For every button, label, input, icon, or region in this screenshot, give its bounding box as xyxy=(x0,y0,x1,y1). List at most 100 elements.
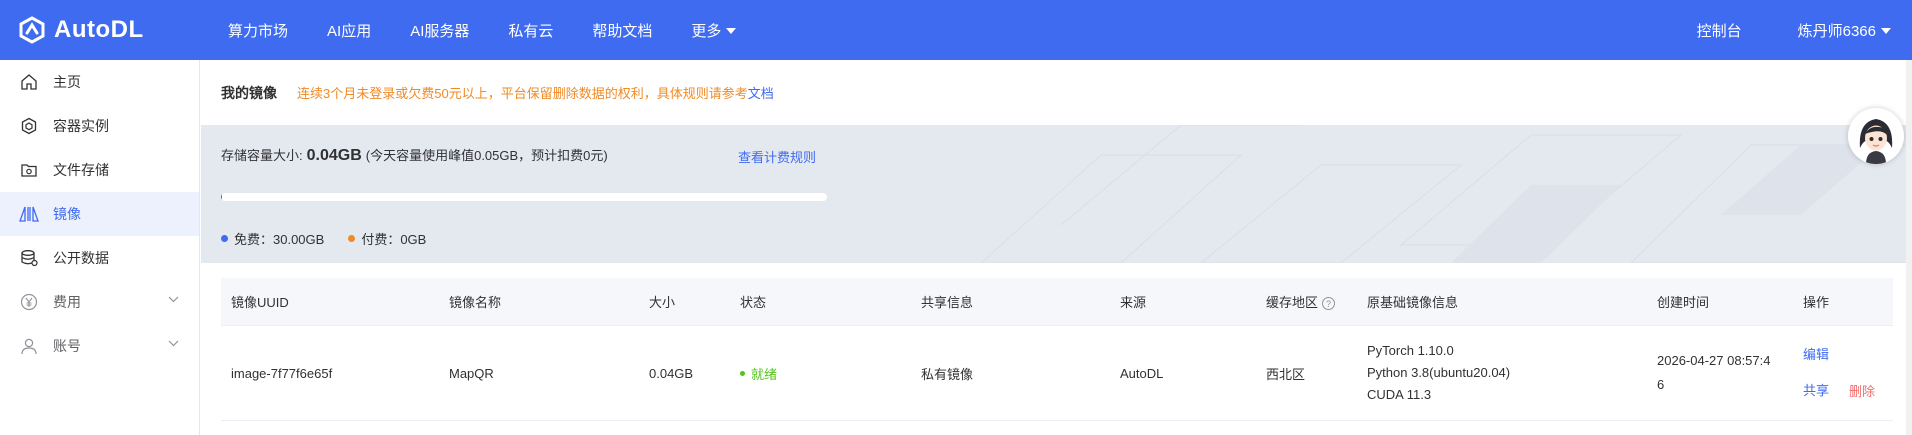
storage-label: 存储容量大小: xyxy=(221,148,303,163)
edit-button[interactable]: 编辑 xyxy=(1803,345,1893,365)
caret-down-icon xyxy=(1881,28,1891,34)
base-cuda: CUDA 11.3 xyxy=(1367,387,1432,402)
storage-legend: 免费：30.00GB 付费：0GB xyxy=(221,229,450,248)
col-header-created: 创建时间 xyxy=(1657,295,1710,310)
help-icon[interactable]: ? xyxy=(1322,297,1336,311)
console-link[interactable]: 控制台 xyxy=(1697,20,1742,41)
sidebar-item-label: 主页 xyxy=(53,74,81,90)
col-header-base-image: 原基础镜像信息 xyxy=(1367,295,1459,310)
storage-summary: 存储容量大小: 0.04GB (今天容量使用峰值0.05GB，预计扣费0元) xyxy=(221,145,608,165)
sidebar-item-images[interactable]: 镜像 xyxy=(0,192,199,236)
user-menu[interactable]: 炼丹师6366 xyxy=(1798,20,1891,41)
sidebar-item-label: 文件存储 xyxy=(53,162,109,178)
retention-notice: 连续3个月未登录或欠费50元以上，平台保留删除数据的权利，具体规则请参考文档 xyxy=(297,83,774,102)
sidebar-item-label: 容器实例 xyxy=(53,118,109,134)
cube-icon xyxy=(18,115,40,137)
image-uuid: image-7f77f6e65f xyxy=(231,365,333,381)
nav-more-label: 更多 xyxy=(691,22,722,40)
nav-item-more[interactable]: 更多 xyxy=(691,20,737,41)
delete-button[interactable]: 删除 xyxy=(1849,381,1875,401)
nav-item-private-cloud[interactable]: 私有云 xyxy=(508,20,553,41)
brand-name: AutoDL xyxy=(54,16,144,43)
storage-panel: 存储容量大小: 0.04GB (今天容量使用峰值0.05GB，预计扣费0元) 查… xyxy=(201,125,1912,263)
created-line-1: 2026-04-27 08:57:4 xyxy=(1657,353,1771,368)
notice-docs-link[interactable]: 文档 xyxy=(748,86,774,101)
row-actions: 编辑 共享 删除 xyxy=(1793,345,1893,401)
status-label: 就绪 xyxy=(751,366,778,382)
paid-dot xyxy=(348,235,356,242)
image-status: 就绪 xyxy=(730,364,911,383)
database-icon xyxy=(18,247,40,269)
region-header-label: 缓存地区 xyxy=(1266,295,1319,310)
main-nav: 算力市场 AI应用 AI服务器 私有云 帮助文档 更多 xyxy=(228,0,775,60)
folder-icon xyxy=(18,159,40,181)
image-share: 私有镜像 xyxy=(921,366,974,382)
page-scrollbar[interactable] xyxy=(1906,60,1912,435)
image-base-info: PyTorch 1.10.0 Python 3.8(ubuntu20.04) C… xyxy=(1357,340,1647,406)
col-header-status: 状态 xyxy=(740,295,767,310)
images-table: 镜像UUID 镜像名称 大小 状态 共享信息 来源 缓存地区? 原基础镜像信息 … xyxy=(221,278,1893,421)
base-pytorch: PyTorch 1.10.0 xyxy=(1367,343,1454,358)
sidebar-item-billing[interactable]: 费用 xyxy=(0,280,199,324)
col-header-share: 共享信息 xyxy=(921,295,974,310)
chevron-down-icon xyxy=(168,340,179,347)
top-navbar: AutoDL 算力市场 AI应用 AI服务器 私有云 帮助文档 更多 控制台 炼… xyxy=(0,0,1912,60)
sidebar-item-public-data[interactable]: 公开数据 xyxy=(0,236,199,280)
nav-item-compute-market[interactable]: 算力市场 xyxy=(228,20,288,41)
paid-quota: 付费：0GB xyxy=(361,232,427,247)
legend-free: 免费：30.00GB xyxy=(221,229,324,248)
table-row: image-7f77f6e65f MapQR 0.04GB 就绪 私有镜像 Au… xyxy=(221,326,1893,421)
page-title: 我的镜像 xyxy=(221,84,277,101)
sidebar-item-label: 镜像 xyxy=(53,206,81,222)
free-quota: 免费：30.00GB xyxy=(234,232,325,247)
table-header: 镜像UUID 镜像名称 大小 状态 共享信息 来源 缓存地区? 原基础镜像信息 … xyxy=(221,278,1893,326)
username: 炼丹师6366 xyxy=(1797,22,1876,40)
col-header-uuid: 镜像UUID xyxy=(231,295,289,310)
nav-item-ai-apps[interactable]: AI应用 xyxy=(327,20,371,41)
user-icon xyxy=(18,335,40,357)
col-header-size: 大小 xyxy=(649,295,676,310)
sidebar-item-label: 费用 xyxy=(53,294,81,310)
nav-item-ai-servers[interactable]: AI服务器 xyxy=(410,20,469,41)
col-header-region: 缓存地区? xyxy=(1256,292,1357,311)
sidebar-item-account[interactable]: 账号 xyxy=(0,324,199,368)
page-header: 我的镜像 连续3个月未登录或欠费50元以上，平台保留删除数据的权利，具体规则请参… xyxy=(201,60,1912,125)
yen-icon xyxy=(18,291,40,313)
sidebar: 主页 容器实例 文件存储 镜像 公开数据 费用 账号 xyxy=(0,60,200,435)
assistant-avatar[interactable] xyxy=(1848,108,1904,164)
legend-paid: 付费：0GB xyxy=(348,229,426,248)
image-icon xyxy=(18,203,40,225)
header-right: 控制台 炼丹师6366 xyxy=(1697,0,1912,60)
image-created: 2026-04-27 08:57:4 6 xyxy=(1647,349,1793,397)
storage-progress-bar xyxy=(221,193,827,201)
billing-rules-link[interactable]: 查看计费规则 xyxy=(738,147,816,166)
storage-progress-fill xyxy=(221,193,223,201)
status-badge: 就绪 xyxy=(740,364,911,383)
sidebar-item-home[interactable]: 主页 xyxy=(0,60,199,104)
caret-down-icon xyxy=(726,28,737,34)
storage-usage-note: (今天容量使用峰值0.05GB，预计扣费0元) xyxy=(365,148,608,163)
chevron-down-icon xyxy=(168,296,179,303)
image-size: 0.04GB xyxy=(649,365,694,381)
assistant-avatar-icon xyxy=(1848,108,1904,164)
free-dot xyxy=(221,235,228,242)
created-line-2: 6 xyxy=(1657,377,1665,392)
main-content: 我的镜像 连续3个月未登录或欠费50元以上，平台保留删除数据的权利，具体规则请参… xyxy=(201,60,1912,435)
col-header-actions: 操作 xyxy=(1803,295,1830,310)
home-icon xyxy=(18,71,40,93)
autodl-logo[interactable]: AutoDL xyxy=(18,14,144,46)
share-button[interactable]: 共享 xyxy=(1803,381,1829,401)
base-python: Python 3.8(ubuntu20.04) xyxy=(1367,365,1511,380)
image-source: AutoDL xyxy=(1120,365,1164,381)
nav-item-help-docs[interactable]: 帮助文档 xyxy=(592,20,652,41)
sidebar-item-containers[interactable]: 容器实例 xyxy=(0,104,199,148)
sidebar-item-label: 公开数据 xyxy=(53,250,109,266)
image-region: 西北区 xyxy=(1266,366,1306,382)
sidebar-item-label: 账号 xyxy=(53,338,81,354)
logo-icon xyxy=(19,16,45,44)
notice-text: 连续3个月未登录或欠费50元以上，平台保留删除数据的权利，具体规则请参考 xyxy=(297,86,748,101)
row-actions-secondary: 共享 删除 xyxy=(1803,381,1893,401)
col-header-name: 镜像名称 xyxy=(449,295,502,310)
col-header-source: 来源 xyxy=(1120,295,1147,310)
sidebar-item-file-storage[interactable]: 文件存储 xyxy=(0,148,199,192)
